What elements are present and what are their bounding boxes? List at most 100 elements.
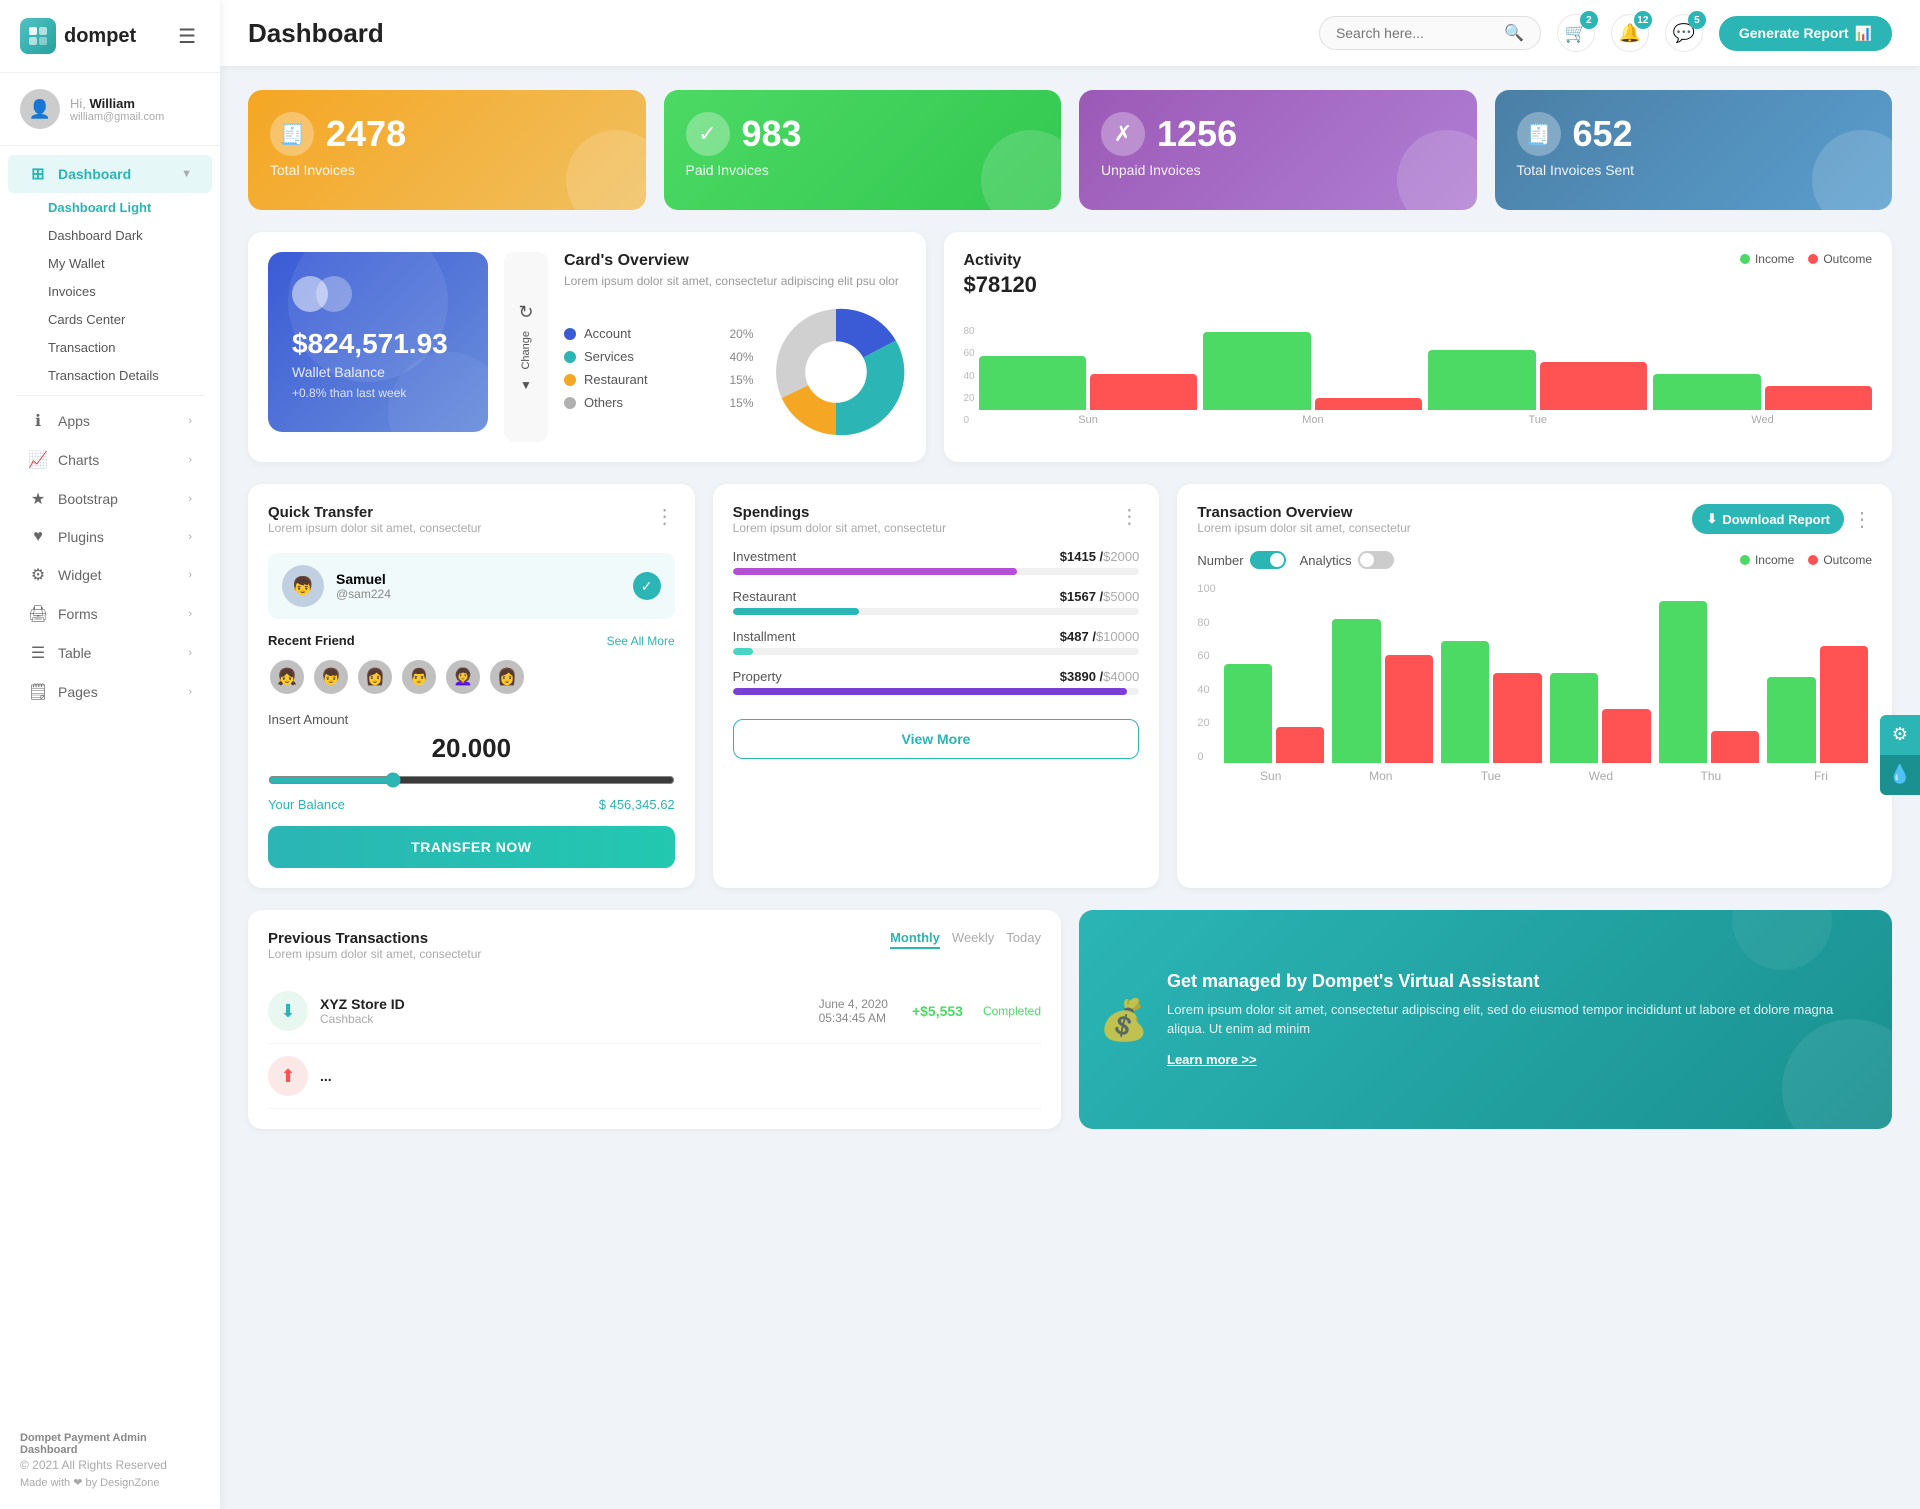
- sidebar-item-bootstrap[interactable]: ★ Bootstrap ›: [8, 480, 212, 518]
- tx-item-name: XYZ Store ID: [320, 996, 405, 1012]
- legend-others: Others 15%: [564, 395, 754, 410]
- sidebar-item-plugins[interactable]: ♥ Plugins ›: [8, 519, 212, 555]
- chevron-right-icon: ›: [188, 686, 192, 698]
- quick-transfer-menu-button[interactable]: ⋮: [655, 504, 675, 529]
- chat-button[interactable]: 💬 5: [1665, 14, 1703, 52]
- cart-button[interactable]: 🛒 2: [1557, 14, 1595, 52]
- analytics-toggle[interactable]: [1358, 551, 1394, 569]
- legend-pct-others: 15%: [729, 396, 753, 410]
- tx-outcome-dot: [1808, 555, 1818, 565]
- va-learn-more-link[interactable]: Learn more >>: [1167, 1052, 1257, 1067]
- download-report-button[interactable]: ⬇ Download Report: [1692, 504, 1844, 534]
- view-more-button[interactable]: View More: [733, 719, 1140, 759]
- stat-card-unpaid: ✗ 1256 Unpaid Invoices: [1079, 90, 1477, 210]
- hamburger-button[interactable]: ☰: [174, 20, 200, 53]
- user-greeting: Hi,: [70, 96, 86, 111]
- table-row: ⬇ XYZ Store ID Cashback June 4, 2020 05:…: [268, 979, 1041, 1044]
- pie-chart: [766, 302, 906, 442]
- sidebar-item-label: Charts: [58, 452, 99, 468]
- sidebar-item-table[interactable]: ☰ Table ›: [8, 634, 212, 672]
- notification-button[interactable]: 🔔 12: [1611, 14, 1649, 52]
- sidebar-item-pages[interactable]: 🗒 Pages ›: [8, 673, 212, 711]
- middle-section: $824,571.93 Wallet Balance +0.8% than la…: [248, 232, 1892, 462]
- outcome-label: Outcome: [1823, 252, 1872, 266]
- number-toggle[interactable]: [1250, 551, 1286, 569]
- legend-account: Account 20%: [564, 326, 754, 341]
- chevron-right-icon: ›: [188, 569, 192, 581]
- va-icon: 💰: [1099, 996, 1149, 1043]
- friend-avatar-0[interactable]: 👧: [268, 658, 306, 696]
- transfer-now-button[interactable]: TRANSFER NOW: [268, 826, 675, 868]
- settings-button[interactable]: ⚙: [1880, 715, 1920, 755]
- bar-day-label: Wed: [1653, 414, 1872, 426]
- stat-number-total: 2478: [326, 113, 406, 155]
- charts-icon: 📈: [28, 450, 48, 470]
- spending-label-restaurant: Restaurant: [733, 589, 797, 604]
- transfer-btn-label: TRANSFER NOW: [411, 839, 531, 855]
- legend-dot-others: [564, 397, 576, 409]
- subnav-transaction-details[interactable]: Transaction Details: [36, 362, 212, 389]
- tx-income-bar: [1767, 677, 1815, 763]
- dashboard-subnav: Dashboard Light Dashboard Dark My Wallet…: [0, 194, 220, 389]
- chevron-down-icon: ▼: [520, 378, 532, 392]
- amount-slider[interactable]: [268, 772, 675, 788]
- friend-avatar-5[interactable]: 👩: [488, 658, 526, 696]
- spendings-menu-button[interactable]: ⋮: [1119, 504, 1139, 529]
- bar-group: [1203, 332, 1422, 410]
- spending-amount-property: $3890 /$4000: [1060, 669, 1140, 684]
- transfer-user-name: Samuel: [336, 571, 391, 587]
- content-area: 🧾 2478 Total Invoices ✓ 983 Paid Invoice…: [220, 66, 1920, 1509]
- tx-outcome-bar: [1493, 673, 1541, 763]
- friend-avatar-4[interactable]: 👩‍🦱: [444, 658, 482, 696]
- color-button[interactable]: 💧: [1880, 755, 1920, 795]
- bar-day-label: Tue: [1428, 414, 1647, 426]
- tab-today[interactable]: Today: [1006, 930, 1041, 949]
- subnav-invoices[interactable]: Invoices: [36, 278, 212, 305]
- subnav-transaction[interactable]: Transaction: [36, 334, 212, 361]
- tab-weekly[interactable]: Weekly: [952, 930, 994, 949]
- bar-day-label: Mon: [1203, 414, 1422, 426]
- cards-overview: Card's Overview Lorem ipsum dolor sit am…: [564, 252, 906, 442]
- sidebar-item-widget[interactable]: ⚙ Widget ›: [8, 556, 212, 594]
- income-bar: [1428, 350, 1535, 410]
- friend-avatar-1[interactable]: 👦: [312, 658, 350, 696]
- activity-legend: Income Outcome: [1740, 252, 1872, 266]
- tx-overview-menu-button[interactable]: ⋮: [1852, 507, 1872, 532]
- friend-avatar-2[interactable]: 👩: [356, 658, 394, 696]
- activity-title: Activity: [964, 252, 1037, 270]
- change-label: Change: [520, 331, 532, 370]
- sidebar-item-dashboard[interactable]: ⊞ Dashboard ▼: [8, 155, 212, 193]
- spending-restaurant: Restaurant $1567 /$5000: [733, 589, 1140, 615]
- search-input[interactable]: [1336, 25, 1496, 41]
- spendings-card: Spendings Lorem ipsum dolor sit amet, co…: [713, 484, 1160, 888]
- bootstrap-icon: ★: [28, 489, 48, 509]
- widget-icon: ⚙: [28, 565, 48, 585]
- subnav-dashboard-dark[interactable]: Dashboard Dark: [36, 222, 212, 249]
- tx-item-status: Completed: [983, 1004, 1041, 1018]
- sidebar-item-apps[interactable]: ℹ Apps ›: [8, 402, 212, 440]
- chevron-right-icon: ›: [188, 647, 192, 659]
- sidebar-footer: Dompet Payment Admin Dashboard © 2021 Al…: [0, 1416, 220, 1493]
- chevron-right-icon: ›: [188, 608, 192, 620]
- sidebar-item-charts[interactable]: 📈 Charts ›: [8, 441, 212, 479]
- logo-area: dompet ☰: [0, 0, 220, 73]
- friend-avatar-3[interactable]: 👨: [400, 658, 438, 696]
- chat-badge: 5: [1688, 11, 1706, 29]
- tx-bar-group: [1441, 641, 1542, 763]
- tx-day-label: Sun: [1220, 769, 1322, 783]
- subnav-dashboard-light[interactable]: Dashboard Light: [36, 194, 212, 221]
- subnav-my-wallet[interactable]: My Wallet: [36, 250, 212, 277]
- sidebar-item-forms[interactable]: 🖨 Forms ›: [8, 595, 212, 633]
- subnav-cards-center[interactable]: Cards Center: [36, 306, 212, 333]
- legend-pct-restaurant: 15%: [729, 373, 753, 387]
- stat-icon-unpaid: ✗: [1101, 112, 1145, 156]
- tab-monthly[interactable]: Monthly: [890, 930, 940, 949]
- legend-pct-account: 20%: [729, 327, 753, 341]
- settings-sidebar: ⚙ 💧: [1880, 715, 1920, 795]
- search-bar[interactable]: 🔍: [1319, 16, 1541, 50]
- tx-item-name2: ...: [320, 1068, 332, 1084]
- change-button-col[interactable]: ↻ Change ▼: [504, 252, 548, 442]
- generate-report-button[interactable]: Generate Report 📊: [1719, 16, 1892, 51]
- tx-controls: Number Analytics Income: [1197, 551, 1872, 569]
- see-all-link[interactable]: See All More: [607, 634, 675, 648]
